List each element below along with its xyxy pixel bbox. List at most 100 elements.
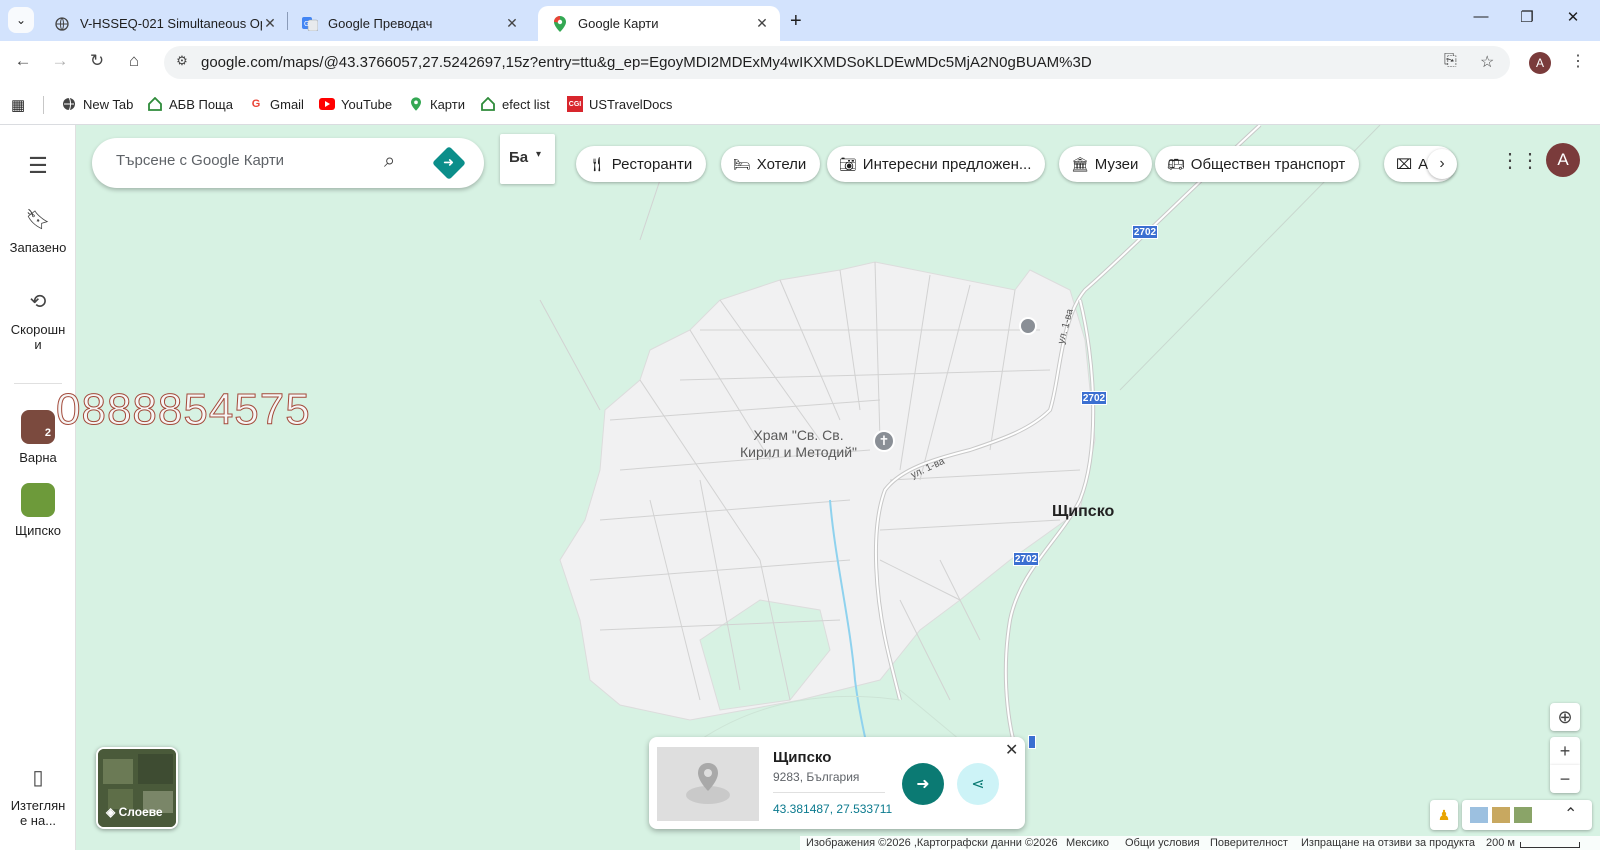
- rail-divider: [14, 383, 62, 384]
- address-bar[interactable]: ⚙ google.com/maps/@43.3766057,27.5242697…: [164, 46, 1510, 79]
- tab-google-maps[interactable]: Google Карти ✕: [538, 6, 780, 41]
- menu-hamburger-icon[interactable]: ☰: [0, 153, 76, 187]
- place-thumbnail[interactable]: [657, 747, 759, 821]
- more-menu-icon[interactable]: ⋮: [1570, 51, 1586, 71]
- card-divider: [773, 792, 885, 793]
- close-tab-icon[interactable]: ✕: [504, 15, 520, 32]
- chip-restaurants[interactable]: 🍴︎ Ресторанти: [576, 146, 707, 182]
- country-link[interactable]: Мексико: [1066, 837, 1109, 849]
- chip-label: Обществен транспорт: [1190, 155, 1346, 173]
- feedback-link[interactable]: Изпращане на отзиви за продукта: [1301, 837, 1475, 849]
- bed-icon: 🛏︎: [733, 155, 751, 172]
- map-pin-icon[interactable]: [1019, 317, 1037, 335]
- chip-label: Хотели: [756, 155, 807, 173]
- chips-next-chevron-icon[interactable]: ›: [1427, 149, 1457, 179]
- chip-label: Интересни предложен...: [862, 155, 1032, 173]
- my-location-icon[interactable]: ⊕: [1550, 703, 1580, 731]
- maps-pin-icon: [408, 96, 424, 112]
- layers-label: Слоеве: [118, 805, 163, 819]
- close-tab-icon[interactable]: ✕: [262, 15, 278, 32]
- village-label[interactable]: Щипско: [1052, 503, 1114, 521]
- bookmark-abv[interactable]: АБВ Поща: [147, 96, 233, 112]
- shtipsko-thumbnail: [21, 483, 55, 517]
- imagery-thumbnails[interactable]: ⌃: [1462, 800, 1592, 830]
- church-label[interactable]: Храм "Св. Св. Кирил и Методий": [740, 427, 857, 461]
- scale-label[interactable]: 200 м: [1486, 837, 1515, 849]
- rail-shtipsko-label: Щипско: [14, 523, 62, 538]
- varna-thumbnail: 2: [21, 410, 55, 444]
- varna-badge: 2: [44, 427, 51, 439]
- window-close-icon[interactable]: ✕: [1550, 8, 1596, 26]
- close-card-icon[interactable]: ✕: [1005, 740, 1018, 760]
- rail-varna-label: Варна: [19, 450, 57, 465]
- church-cross-icon[interactable]: ✝: [873, 430, 895, 452]
- restore-icon[interactable]: ❐: [1504, 8, 1550, 26]
- bookmark-maps[interactable]: Карти: [408, 96, 465, 112]
- imagery-thumb[interactable]: [1492, 807, 1510, 823]
- chip-things-to-do[interactable]: 📷︎ Интересни предложен...: [827, 146, 1046, 182]
- bookmark-youtube[interactable]: YouTube: [319, 96, 392, 112]
- bookmark-icon: 🔖︎: [25, 209, 51, 231]
- bookmark-new-tab[interactable]: New Tab: [61, 96, 133, 112]
- imagery-thumb[interactable]: [1514, 807, 1532, 823]
- home-icon[interactable]: ⌂: [122, 51, 146, 71]
- bookmark-ustraveldocs[interactable]: CGI USTravelDocs: [567, 96, 672, 112]
- new-tab-plus-icon[interactable]: +: [790, 10, 802, 33]
- rail-download[interactable]: ▯ Изтеглян е на...: [0, 765, 76, 828]
- profile-avatar[interactable]: A: [1529, 52, 1551, 74]
- chip-transit[interactable]: 🚌︎ Обществен транспорт: [1155, 146, 1360, 182]
- share-button[interactable]: ⋖: [957, 763, 999, 805]
- apps-grid-icon[interactable]: ▦: [11, 96, 25, 114]
- directions-icon[interactable]: ➜: [432, 146, 466, 180]
- rail-recent[interactable]: ⟲ Скорошн и: [0, 289, 76, 352]
- bookmark-label: Gmail: [270, 96, 304, 112]
- search-icon[interactable]: ⌕: [384, 150, 395, 173]
- bus-icon: 🚌︎: [1167, 155, 1185, 172]
- chip-label: Музеи: [1094, 155, 1139, 173]
- rail-saved[interactable]: 🔖︎ Запазено: [0, 207, 76, 255]
- house-icon: [480, 96, 496, 112]
- rail-shtipsko[interactable]: Щипско: [0, 483, 76, 538]
- chip-museums[interactable]: 🏛︎ Музеи: [1059, 146, 1153, 182]
- layers-button[interactable]: ◈ Слоеве: [96, 747, 178, 829]
- share-icon: ⋖: [971, 776, 985, 793]
- chip-hotels[interactable]: 🛏︎ Хотели: [721, 146, 821, 182]
- street-view-pegman-icon[interactable]: ♟: [1430, 800, 1458, 830]
- rail-download-label-line2: е на...: [19, 813, 57, 828]
- tab-title: Google Карти: [578, 16, 659, 31]
- language-toggle[interactable]: Ба ▾: [500, 134, 555, 184]
- tab-v-hsseq[interactable]: V-HSSEQ-021 Simultaneous Op ✕: [40, 6, 288, 41]
- account-avatar[interactable]: A: [1546, 143, 1580, 177]
- terms-link[interactable]: Общи условия: [1125, 837, 1200, 849]
- bookmark-star-icon[interactable]: ☆: [1480, 52, 1494, 72]
- imagery-thumb[interactable]: [1470, 807, 1488, 823]
- bookmark-label: efect list: [502, 96, 550, 112]
- reload-icon[interactable]: ↻: [85, 51, 109, 71]
- directions-icon: ➜: [916, 776, 930, 793]
- back-arrow-icon[interactable]: ←: [11, 51, 35, 71]
- bookmark-gmail[interactable]: G Gmail: [248, 96, 304, 112]
- history-icon: ⟲: [29, 291, 47, 313]
- camera-icon: 📷︎: [839, 155, 857, 172]
- chevron-down-icon: ⌄: [15, 13, 27, 27]
- tab-google-translate[interactable]: G Google Преводач ✕: [288, 6, 530, 41]
- close-tab-icon[interactable]: ✕: [754, 15, 770, 32]
- search-input[interactable]: [116, 152, 376, 169]
- install-app-icon[interactable]: ⎘: [1444, 52, 1457, 70]
- scale-bar: [1520, 842, 1580, 848]
- place-coordinates[interactable]: 43.381487, 27.533711: [773, 802, 892, 816]
- directions-button[interactable]: ➜: [902, 763, 944, 805]
- forward-arrow-icon[interactable]: →: [48, 51, 72, 71]
- tab-search-button[interactable]: ⌄: [8, 7, 34, 33]
- rail-recent-label-line2: и: [34, 337, 42, 352]
- church-label-line2: Кирил и Методий": [740, 444, 858, 460]
- privacy-link[interactable]: Поверителност: [1210, 837, 1288, 849]
- site-info-icon[interactable]: ⚙: [172, 53, 192, 73]
- bookmark-efect-list[interactable]: efect list: [480, 96, 550, 112]
- zoom-out-icon[interactable]: −: [1550, 765, 1580, 793]
- expand-chevron-icon[interactable]: ⌃: [1564, 804, 1577, 824]
- zoom-in-icon[interactable]: +: [1550, 737, 1580, 765]
- minimize-icon[interactable]: —: [1458, 8, 1504, 25]
- road-shield: 2702: [1081, 391, 1107, 405]
- place-card[interactable]: Щипско 9283, България 43.381487, 27.5337…: [649, 737, 1025, 829]
